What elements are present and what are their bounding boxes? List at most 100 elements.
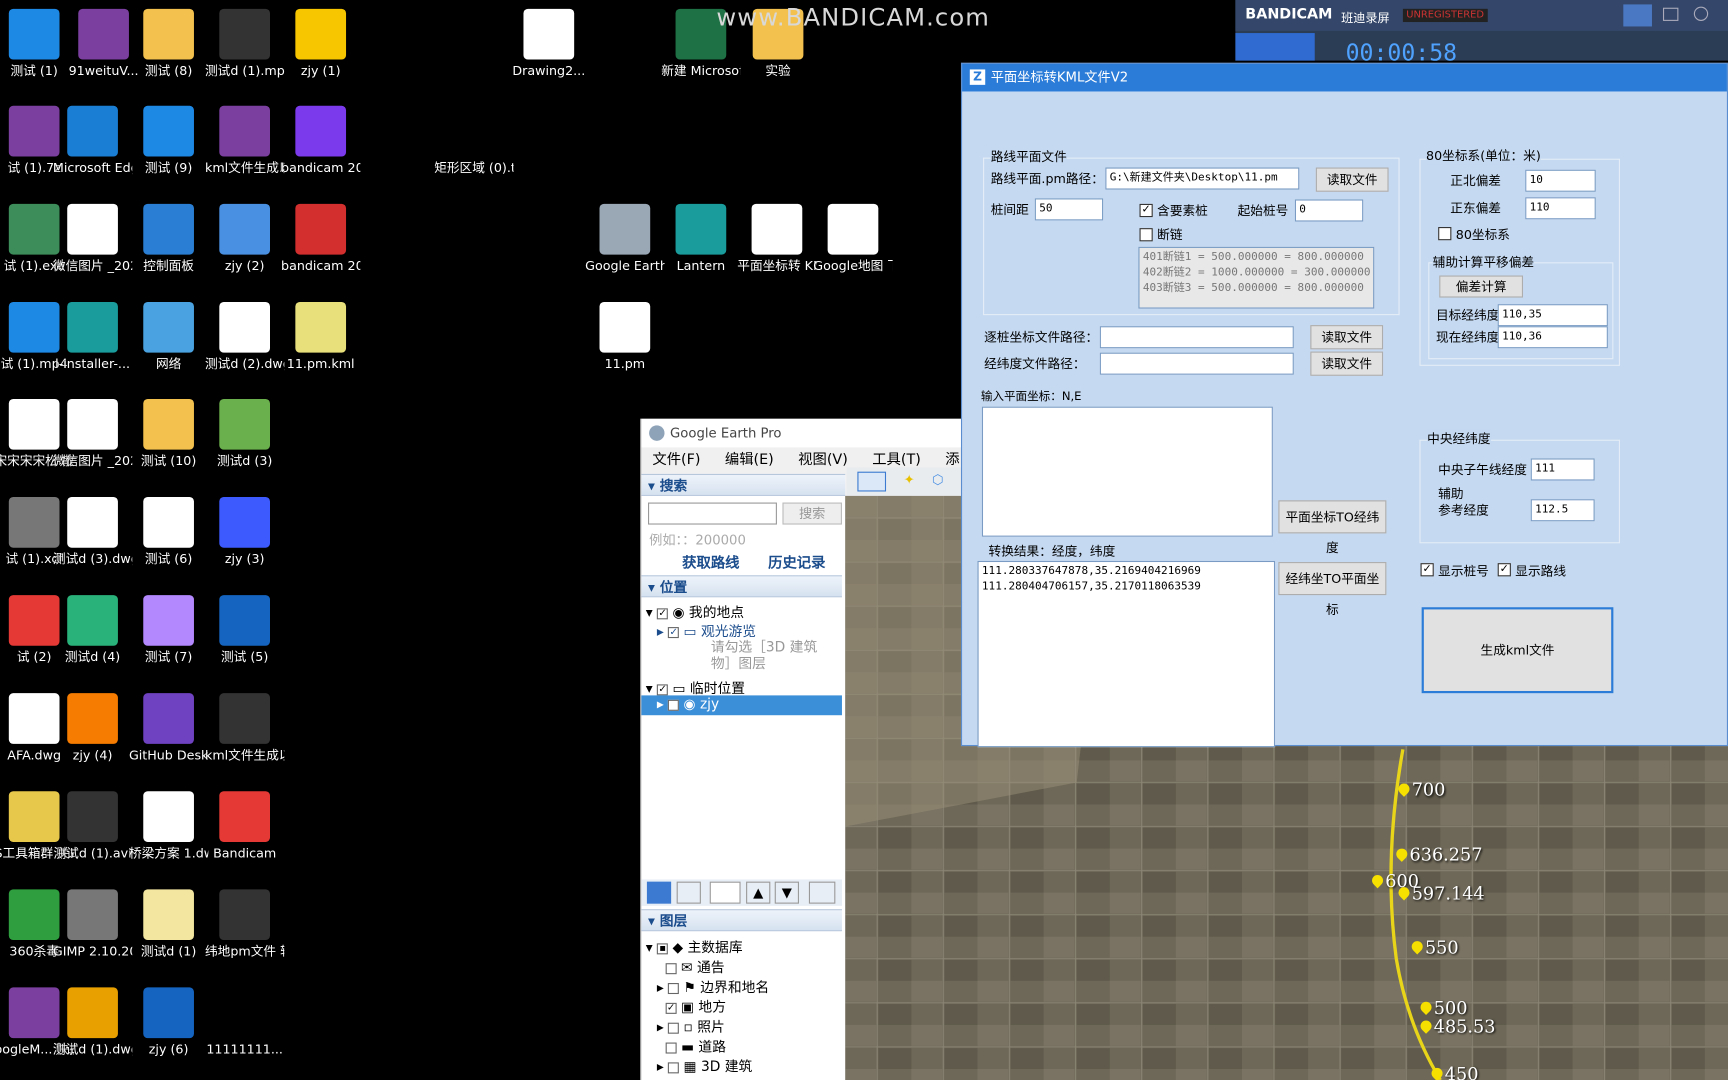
history-link[interactable]: 历史记录 bbox=[768, 551, 825, 572]
search-icon[interactable] bbox=[646, 881, 672, 904]
broken-chain-checkbox[interactable] bbox=[1139, 228, 1153, 242]
desktop-icon[interactable]: zjy (6) bbox=[129, 987, 208, 1058]
folder-icon[interactable] bbox=[808, 881, 836, 904]
desktop-icon[interactable]: Google Earth Pro bbox=[585, 203, 665, 275]
lonlat-to-plane-button[interactable]: 经纬坐TO平面坐标 bbox=[1278, 562, 1387, 617]
search-input[interactable] bbox=[648, 502, 777, 525]
offset-calc-button[interactable]: 偏差计算 bbox=[1439, 275, 1524, 298]
sys80-checkbox[interactable] bbox=[1438, 227, 1452, 241]
desktop-icon[interactable]: 桥梁方案 1.dwg bbox=[129, 791, 208, 862]
desktop-icon[interactable]: zjy (2) bbox=[205, 203, 284, 275]
desktop-icon[interactable]: zjy (4) bbox=[53, 693, 132, 764]
desktop-icon[interactable]: 测试 (8) bbox=[129, 8, 208, 80]
desktop-icon[interactable]: 平面坐标转 KML以及... bbox=[737, 203, 817, 275]
desktop-icon[interactable]: zjy (1) bbox=[281, 8, 360, 80]
read-lonlat-button[interactable]: 读取文件 bbox=[1310, 351, 1384, 376]
show-pile-checkbox[interactable]: ✓ bbox=[1420, 563, 1434, 577]
polygon-icon[interactable]: ⬡ bbox=[926, 472, 950, 492]
layer-photos[interactable]: ▸ ▫ 照片 bbox=[657, 1015, 725, 1036]
desktop-icon[interactable]: 网络 bbox=[129, 301, 208, 373]
screen-mode-button[interactable] bbox=[1235, 33, 1315, 61]
lock-icon[interactable] bbox=[1623, 4, 1652, 27]
desktop-icon[interactable]: kml文件生成以及度分秒... bbox=[205, 105, 284, 177]
desktop-icon[interactable]: 测试 (9) bbox=[129, 105, 208, 177]
desktop-icon[interactable]: 微信图片 _2021062... bbox=[53, 203, 132, 275]
desktop-icon[interactable]: GIMP 2.10.20 bbox=[53, 889, 132, 960]
include-control-checkbox[interactable]: ✓ bbox=[1139, 203, 1153, 218]
pile-spacing-input[interactable]: 50 bbox=[1034, 198, 1104, 221]
read-pile-button[interactable]: 读取文件 bbox=[1310, 325, 1384, 350]
get-route-link[interactable]: 获取路线 bbox=[682, 551, 739, 572]
broken-chain-list[interactable]: 401断链1 = 500.000000 = 800.000000 402断链2 … bbox=[1138, 246, 1375, 309]
pile-coord-input[interactable] bbox=[1099, 326, 1294, 349]
desktop-icon[interactable]: Drawing2... bbox=[509, 8, 588, 80]
central-meridian-input[interactable]: 111 bbox=[1530, 458, 1595, 481]
layer-roads[interactable]: ▬ 道路 bbox=[657, 1035, 726, 1056]
target-lonlat-input[interactable]: 110,35 bbox=[1497, 304, 1608, 327]
down-arrow-icon[interactable]: ▼ bbox=[774, 881, 799, 904]
layer-primary-db[interactable]: ▾ ▪ ◆ 主数据库 bbox=[646, 936, 743, 957]
desktop-icon[interactable]: Lantern bbox=[661, 203, 740, 275]
input-plane-textarea[interactable] bbox=[981, 406, 1273, 537]
desktop-icon[interactable]: Microsoft Edge bbox=[53, 105, 132, 177]
desktop-icon[interactable]: 测试d (4) bbox=[53, 595, 132, 666]
tree-zjy[interactable]: ▸ ✓ ◉ zjy bbox=[641, 695, 842, 716]
desktop-icon[interactable]: 测试d (2).dwg bbox=[205, 301, 284, 373]
desktop-icon[interactable]: 测试 (6) bbox=[129, 497, 208, 568]
plane-to-lonlat-button[interactable]: 平面坐标TO经纬度 bbox=[1278, 500, 1387, 555]
desktop-icon[interactable]: bandicam 2021-06-3... bbox=[281, 203, 360, 275]
desktop-icon[interactable]: 测试d (3) bbox=[205, 398, 284, 470]
current-lonlat-input[interactable]: 110,36 bbox=[1497, 326, 1608, 349]
start-pile-input[interactable]: 0 bbox=[1294, 199, 1364, 222]
pm-path-input[interactable]: G:\新建文件夹\Desktop\11.pm bbox=[1105, 167, 1300, 190]
menu-tools[interactable]: 工具(T) bbox=[872, 452, 921, 469]
generate-kml-button[interactable]: 生成kml文件 bbox=[1421, 607, 1614, 694]
read-pm-button[interactable]: 读取文件 bbox=[1315, 167, 1389, 192]
desktop-icon[interactable]: 测试 (7) bbox=[129, 595, 208, 666]
menu-view[interactable]: 视图(V) bbox=[798, 452, 848, 469]
desktop-icon[interactable]: Bandicam bbox=[205, 791, 284, 862]
ref-lon-input[interactable]: 112.5 bbox=[1530, 499, 1595, 522]
layer-borders[interactable]: ▸ ⚑ 边界和地名 bbox=[657, 975, 769, 996]
result-textarea[interactable]: 111.280337647878,35.2169404216969 111.28… bbox=[977, 560, 1276, 748]
layers-panel-head[interactable]: ▾ 图层 bbox=[641, 909, 842, 932]
search-panel-head[interactable]: ▾ 搜索 bbox=[641, 473, 846, 496]
places-input[interactable] bbox=[709, 881, 741, 904]
desktop-icon[interactable]: 测试d (1).mp4 bbox=[205, 8, 284, 80]
up-arrow-icon[interactable]: ▲ bbox=[746, 881, 771, 904]
desktop-icon[interactable]: l-installer-... bbox=[53, 301, 132, 373]
north-offset-input[interactable]: 10 bbox=[1525, 169, 1596, 192]
desktop-icon[interactable]: 微信图片 _2021062... bbox=[53, 398, 132, 470]
desktop-icon[interactable]: 11.pm bbox=[585, 301, 664, 373]
search-button[interactable]: 搜索 bbox=[782, 502, 842, 525]
desktop-icon[interactable]: 测试 (10) bbox=[129, 398, 208, 470]
folder-icon[interactable] bbox=[1662, 7, 1679, 21]
desktop-icon[interactable]: 测试d (1) bbox=[129, 889, 208, 960]
desktop-icon[interactable]: 控制面板 bbox=[129, 203, 208, 275]
layer-notices[interactable]: ✉ 通告 bbox=[657, 955, 725, 976]
lonlat-file-input[interactable] bbox=[1099, 352, 1294, 375]
show-route-checkbox[interactable]: ✓ bbox=[1497, 563, 1511, 577]
desktop-icon[interactable]: 纬地pm文件 转kml.mp4 bbox=[205, 889, 284, 960]
desktop-icon[interactable]: 测试d (1).dwg bbox=[53, 987, 132, 1058]
desktop-icon[interactable]: 测试d (3).dwg bbox=[53, 497, 132, 568]
desktop-icon[interactable]: 矩形区域 (0).tif bbox=[434, 105, 514, 177]
desktop-icon[interactable]: Google地图 下载器.exe... bbox=[813, 203, 893, 275]
places-panel-head[interactable]: ▾ 位置 bbox=[641, 575, 842, 598]
menu-file[interactable]: 文件(F) bbox=[652, 452, 700, 469]
layer-3d[interactable]: ▸ ▦ 3D 建筑 bbox=[657, 1055, 752, 1076]
desktop-icon[interactable]: 测试 (1) bbox=[0, 8, 74, 80]
desktop-icon[interactable]: 测试d (1).avi bbox=[53, 791, 132, 862]
menu-edit[interactable]: 编辑(E) bbox=[725, 452, 774, 469]
placemark-icon[interactable]: ✦ bbox=[897, 472, 921, 492]
desktop-icon[interactable]: kml文件生成以及度分秒... bbox=[205, 693, 284, 764]
desktop-icon[interactable]: 测试 (5) bbox=[205, 595, 284, 666]
desktop-icon[interactable]: zjy (3) bbox=[205, 497, 284, 568]
desktop-icon[interactable]: GitHub Desktop bbox=[129, 693, 208, 764]
clock-icon[interactable] bbox=[1693, 6, 1709, 21]
desktop-icon[interactable]: 11.pm.kml bbox=[281, 301, 360, 373]
east-offset-input[interactable]: 110 bbox=[1525, 197, 1596, 220]
sidebar-toggle-icon[interactable] bbox=[857, 471, 887, 492]
desktop-icon[interactable]: bandicam 2021-06-3... bbox=[281, 105, 360, 177]
desktop-icon[interactable]: 11111111... bbox=[205, 987, 284, 1058]
